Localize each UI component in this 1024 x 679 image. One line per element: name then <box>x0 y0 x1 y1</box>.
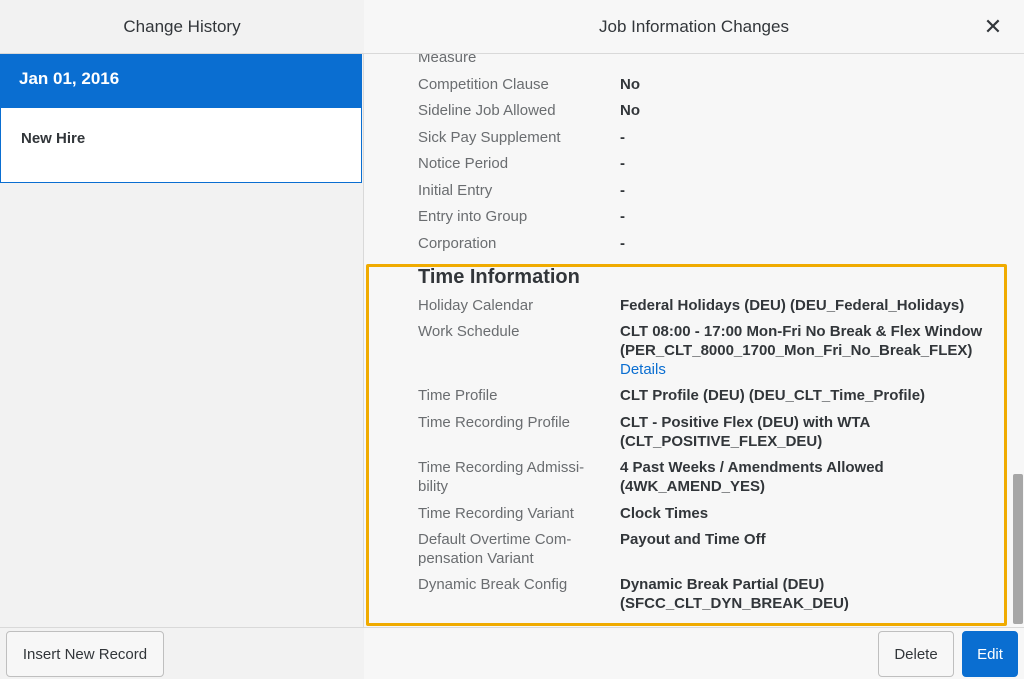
close-icon[interactable]: ✕ <box>980 14 1006 40</box>
work-schedule-value-line1: CLT 08:00 - 17:00 Mon-Fri No Break & Fle… <box>620 323 983 340</box>
field-value: - <box>620 155 625 172</box>
time-recording-profile-label: Time Recording Profile <box>418 414 570 431</box>
field-value: - <box>620 182 625 199</box>
time-recording-admissibility-label-line2: bility <box>418 478 449 495</box>
field-value: No <box>620 76 640 93</box>
field-value: - <box>620 235 625 252</box>
dynamic-break-value-line2: (SFCC_CLT_DYN_BREAK_DEU) <box>620 595 849 612</box>
time-recording-admissibility-label-line1: Time Recording Admissi- <box>418 459 585 476</box>
edit-button[interactable]: Edit <box>962 631 1018 677</box>
time-recording-admissibility-value-line2: (4WK_AMEND_YES) <box>620 478 766 495</box>
default-overtime-label-line1: Default Overtime Com- <box>418 531 572 548</box>
field-label: Entry into Group <box>418 208 528 225</box>
field-label: Corporation <box>418 235 497 252</box>
holiday-calendar-value: Federal Holidays (DEU) (DEU_Federal_Holi… <box>620 297 965 314</box>
field-label: Measure <box>418 54 477 66</box>
field-value: - <box>620 208 625 225</box>
delete-button[interactable]: Delete <box>878 631 954 677</box>
time-recording-profile-value-line1: CLT - Positive Flex (DEU) with WTA <box>620 414 871 431</box>
field-label: Competition Clause <box>418 76 549 93</box>
dynamic-break-value-line1: Dynamic Break Partial (DEU) <box>620 576 825 593</box>
field-label: Sideline Job Allowed <box>418 102 556 119</box>
job-information-changes-panel: Job Information Changes ✕ Measure Compet… <box>364 0 1024 679</box>
time-recording-profile-value-line2: (CLT_POSITIVE_FLEX_DEU) <box>620 433 823 450</box>
default-overtime-value: Payout and Time Off <box>620 531 766 548</box>
field-value: No <box>620 102 640 119</box>
dialog-title: Job Information Changes <box>364 0 1024 54</box>
time-recording-variant-value: Clock Times <box>620 505 709 522</box>
time-recording-admissibility-value-line1: 4 Past Weeks / Amendments Allowed <box>620 459 884 476</box>
field-label: Sick Pay Supplement <box>418 129 561 146</box>
holiday-calendar-label: Holiday Calendar <box>418 297 534 314</box>
work-schedule-label: Work Schedule <box>418 323 520 340</box>
dynamic-break-label: Dynamic Break Config <box>418 576 568 593</box>
scrollbar-thumb[interactable] <box>1013 474 1023 624</box>
field-label: Notice Period <box>418 155 509 172</box>
time-profile-value: CLT Profile (DEU) (DEU_CLT_Time_Profile) <box>620 387 926 404</box>
insert-new-record-button[interactable]: Insert New Record <box>6 631 164 677</box>
vertical-scrollbar[interactable] <box>1010 54 1024 627</box>
change-history-title: Change History <box>0 0 364 54</box>
work-schedule-value-line2: (PER_CLT_8000_1700_Mon_Fri_No_Break_FLEX… <box>620 342 973 359</box>
section-title-time-information: Time Information <box>418 266 580 288</box>
history-item-event[interactable]: New Hire <box>0 108 362 183</box>
default-overtime-label-line2: pensation Variant <box>418 550 534 567</box>
time-profile-label: Time Profile <box>418 387 498 404</box>
details-content: Measure Competition Clause No Sideline J… <box>364 54 1014 627</box>
work-schedule-details-link[interactable]: Details <box>620 360 1010 379</box>
time-recording-variant-label: Time Recording Variant <box>418 505 574 522</box>
change-history-panel: Change History Jan 01, 2016 New Hire Ins… <box>0 0 364 679</box>
field-value: - <box>620 129 625 146</box>
history-item-date[interactable]: Jan 01, 2016 <box>0 54 362 108</box>
field-label: Initial Entry <box>418 182 493 199</box>
